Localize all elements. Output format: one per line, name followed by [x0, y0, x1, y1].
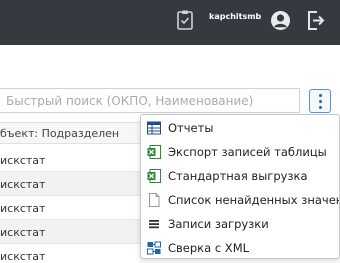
menu-item-label: Стандартная выгрузка [168, 169, 308, 183]
table-row[interactable]: искстат [0, 172, 160, 196]
excel-icon [147, 169, 161, 183]
table-row[interactable]: искстат [0, 244, 160, 263]
column-header-label: бъект: Подразделен [0, 127, 120, 140]
menu-item-not-found-list[interactable]: Список ненайденных значени [141, 188, 340, 212]
menu-item-xml-compare[interactable]: Сверка с XML [141, 236, 339, 258]
table-row[interactable]: искстат [0, 148, 160, 172]
menu-item-reports[interactable]: Отчеты [141, 116, 339, 140]
user-avatar-icon[interactable] [270, 10, 291, 31]
table-grid-icon [147, 121, 161, 135]
menu-item-load-records[interactable]: Записи загрузки [141, 212, 339, 236]
kebab-dot-icon [318, 93, 322, 97]
table-cell: искстат [0, 154, 46, 167]
blank-document-icon [149, 193, 160, 207]
kebab-dot-icon [318, 99, 322, 103]
kebab-dot-icon [318, 105, 322, 109]
more-actions-button[interactable] [309, 89, 331, 113]
logout-icon[interactable] [306, 10, 326, 31]
table-cell: искстат [0, 250, 46, 263]
table-row[interactable]: искстат [0, 196, 160, 220]
menu-item-label: Сверка с XML [168, 241, 250, 255]
table-cell: искстат [0, 226, 46, 239]
clipboard-check-icon[interactable] [175, 9, 195, 31]
menu-item-export-table[interactable]: Экспорт записей таблицы [141, 140, 339, 164]
quick-search-input[interactable] [0, 88, 300, 113]
top-navbar: kapchitsmb [0, 0, 340, 45]
menu-item-standard-export[interactable]: Стандартная выгрузка [141, 164, 339, 188]
menu-item-label: Отчеты [168, 121, 214, 135]
excel-icon [147, 145, 161, 159]
table-cell: искстат [0, 202, 46, 215]
xml-compare-icon [147, 241, 161, 255]
menu-item-label: Экспорт записей таблицы [168, 145, 327, 159]
menu-item-label: Список ненайденных значени [168, 193, 340, 207]
actions-dropdown-menu: Отчеты Экспорт записей таблицы Стандартн… [140, 114, 340, 259]
table-column-header[interactable]: бъект: Подразделен [0, 122, 160, 144]
menu-item-label: Записи загрузки [168, 217, 269, 231]
table-row[interactable]: искстат [0, 220, 160, 244]
username-label[interactable]: kapchitsmb [209, 12, 261, 21]
list-lines-icon [149, 220, 159, 229]
table-cell: искстат [0, 178, 46, 191]
